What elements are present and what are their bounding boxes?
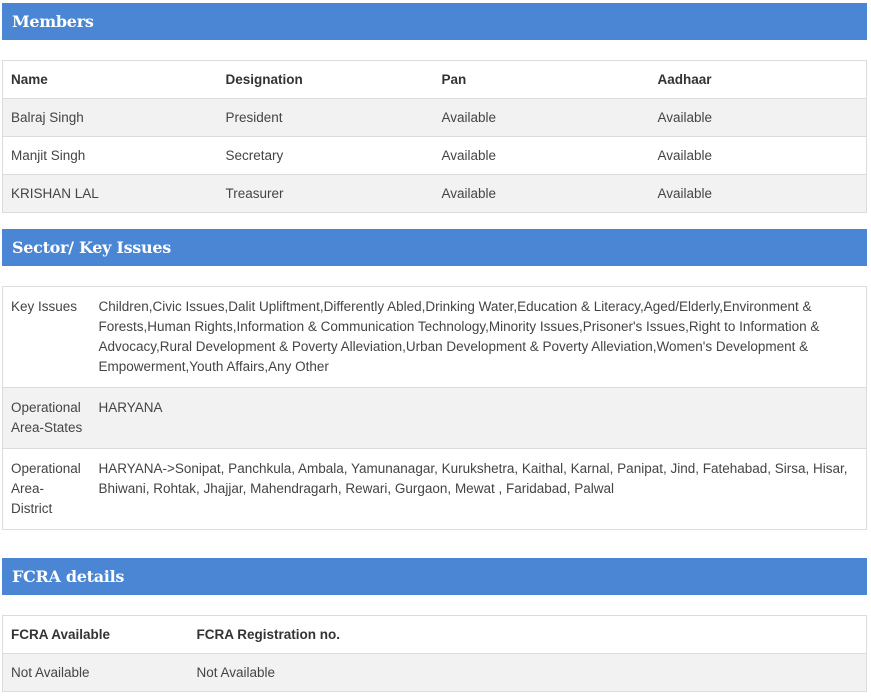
sector-table: Key Issues Children,Civic Issues,Dalit U…	[2, 286, 867, 530]
table-header-row: Name Designation Pan Aadhaar	[3, 61, 867, 99]
column-header-fcra-registration: FCRA Registration no.	[196, 627, 341, 642]
sector-value: HARYANA->Sonipat, Panchkula, Ambala, Yam…	[90, 448, 867, 530]
members-heading: Members	[2, 3, 867, 40]
member-designation: Treasurer	[217, 174, 434, 213]
sector-value: HARYANA	[90, 387, 867, 449]
table-row: Not Available Not Available	[2, 653, 867, 692]
members-table: Name Designation Pan Aadhaar Balraj Sing…	[2, 60, 867, 213]
member-pan: Available	[433, 174, 650, 213]
sector-value: Children,Civic Issues,Dalit Upliftment,D…	[98, 299, 820, 374]
column-header-aadhaar: Aadhaar	[657, 72, 712, 87]
table-row: KRISHAN LAL Treasurer Available Availabl…	[2, 174, 867, 213]
table-row: Manjit Singh Secretary Available Availab…	[2, 136, 867, 175]
table-row: Operational Area-District HARYANA->Sonip…	[2, 448, 867, 530]
table-row: Key Issues Children,Civic Issues,Dalit U…	[3, 287, 867, 388]
member-designation: Secretary	[217, 136, 434, 175]
column-header-pan: Pan	[441, 72, 467, 87]
member-aadhaar: Available	[649, 98, 867, 137]
table-row: Operational Area-States HARYANA	[2, 387, 867, 449]
column-header-name: Name	[11, 72, 48, 87]
fcra-available-value: Not Available	[2, 653, 189, 692]
sector-label: Operational Area-States	[2, 387, 91, 449]
sector-label: Operational Area-District	[2, 448, 91, 530]
member-aadhaar: Available	[649, 136, 867, 175]
table-header-row: FCRA Available FCRA Registration no.	[3, 616, 867, 654]
fcra-table: FCRA Available FCRA Registration no. Not…	[2, 615, 867, 692]
member-name: KRISHAN LAL	[2, 174, 218, 213]
member-aadhaar: Available	[649, 174, 867, 213]
sector-heading: Sector/ Key Issues	[2, 229, 867, 266]
member-name: Balraj Singh	[2, 98, 218, 137]
column-header-fcra-available: FCRA Available	[11, 627, 111, 642]
member-name: Manjit Singh	[2, 136, 218, 175]
sector-label: Key Issues	[11, 299, 78, 314]
fcra-registration-value: Not Available	[188, 653, 867, 692]
table-row: Balraj Singh President Available Availab…	[2, 98, 867, 137]
member-designation: President	[217, 98, 434, 137]
member-pan: Available	[433, 98, 650, 137]
column-header-designation: Designation	[225, 72, 303, 87]
fcra-heading: FCRA details	[2, 558, 867, 595]
member-pan: Available	[433, 136, 650, 175]
